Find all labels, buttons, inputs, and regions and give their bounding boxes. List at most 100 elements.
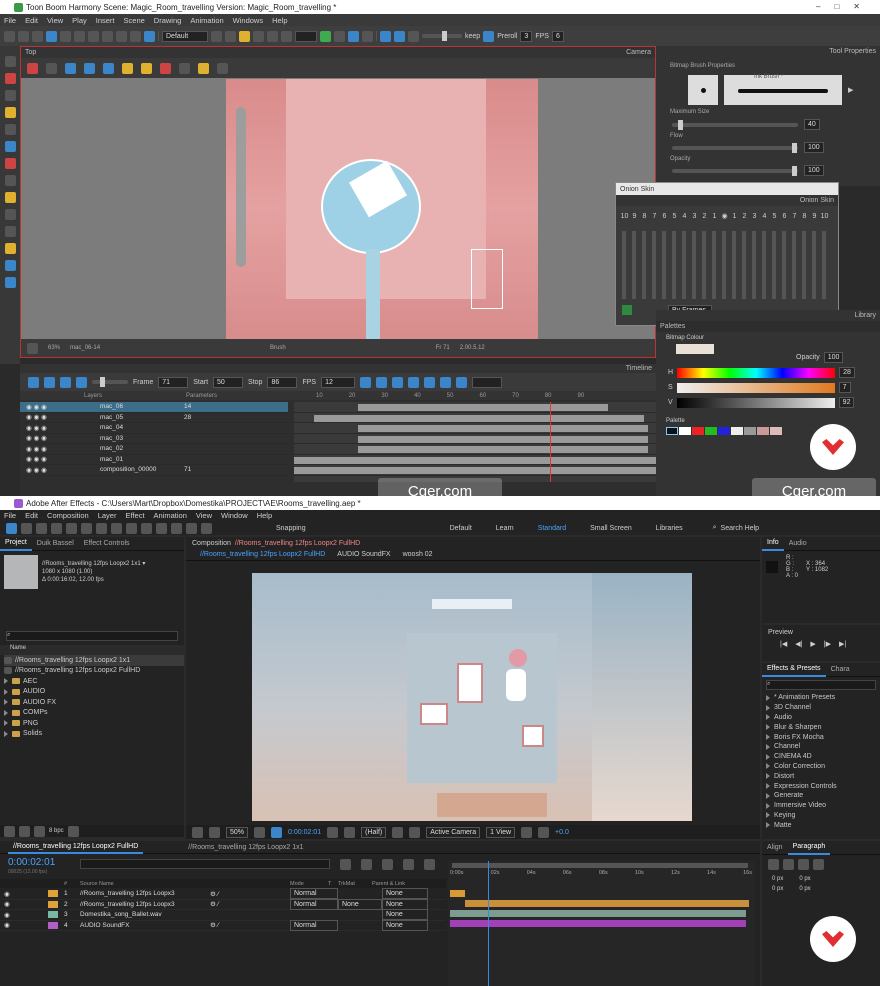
menu-windows[interactable]: Windows (233, 16, 263, 25)
transform-tool-icon[interactable] (4, 243, 16, 254)
import-icon[interactable] (46, 30, 57, 42)
first-frame-icon[interactable] (28, 376, 39, 388)
pen-tool-icon[interactable] (111, 522, 122, 534)
value-slider[interactable] (676, 397, 835, 408)
render-icon[interactable] (144, 30, 155, 42)
ae-menu-help[interactable]: Help (257, 511, 272, 520)
ae-menu-edit[interactable]: Edit (25, 511, 38, 520)
menu-edit[interactable]: Edit (25, 16, 38, 25)
tab-audio[interactable]: Audio (784, 537, 812, 551)
rectangle-tool-icon[interactable] (4, 141, 16, 152)
play-timeline-icon[interactable] (44, 376, 55, 388)
layer-bar-3[interactable] (450, 910, 746, 917)
saturation-field[interactable]: 7 (838, 382, 851, 393)
tab-library[interactable]: Library (855, 312, 876, 319)
new-icon[interactable] (4, 30, 15, 42)
layers-view-icon[interactable] (103, 62, 114, 74)
bulb-icon[interactable] (198, 62, 209, 74)
tab-composition[interactable]: //Rooms_travelling 12fps Loopx2 FullHD (235, 540, 360, 547)
effect-category[interactable]: CINEMA 4D (766, 752, 880, 762)
play-icon[interactable]: ▶ (810, 640, 815, 648)
text-tool-icon[interactable] (4, 124, 16, 135)
sound-timeline-icon[interactable] (76, 376, 87, 388)
contour-tool-icon[interactable] (4, 209, 16, 220)
layer-bar-2[interactable] (465, 900, 749, 907)
timeline-search-input[interactable] (80, 859, 330, 869)
layer-bar-1[interactable] (450, 890, 465, 897)
layer-row[interactable]: ◉ ◉ ◉ mac_03 (20, 434, 288, 444)
ae-playhead[interactable] (488, 861, 489, 986)
tab-composition-label[interactable]: Composition (192, 540, 231, 547)
puppet-tool-icon[interactable] (201, 522, 212, 534)
tab-timeline[interactable]: Timeline (626, 365, 652, 372)
layer-mode[interactable]: Normal (290, 888, 338, 900)
flowchart-icon[interactable] (538, 826, 550, 838)
current-colour-swatch[interactable] (676, 344, 714, 354)
loop-timeline-icon[interactable] (60, 376, 71, 388)
onion-color-swatch[interactable] (622, 305, 632, 315)
layer-parent[interactable]: None (382, 898, 428, 910)
keyframe-icon[interactable] (360, 376, 372, 388)
open-icon[interactable] (18, 30, 29, 42)
brush-tool-icon[interactable] (4, 73, 16, 84)
comp-breadcrumb-woosh[interactable]: woosh 02 (403, 551, 433, 558)
play-icon[interactable] (394, 30, 405, 42)
project-item[interactable]: AUDIO FX (4, 697, 184, 708)
tab-camera[interactable]: Camera (626, 49, 651, 56)
layer-parent[interactable]: None (382, 919, 428, 931)
space-after-field[interactable]: 0 px (799, 886, 810, 892)
tab-tool-properties[interactable]: Tool Properties (829, 48, 876, 55)
effects-search-input[interactable]: ⌕ (766, 680, 876, 690)
easy-flip-icon[interactable] (320, 30, 331, 42)
opacity-field[interactable]: 100 (804, 165, 824, 176)
search-help-field[interactable]: Search Help (721, 525, 760, 532)
paint-tool-icon[interactable] (4, 158, 16, 169)
menu-play[interactable]: Play (72, 16, 87, 25)
indent-left-field[interactable]: 0 px (772, 876, 783, 882)
swatch[interactable] (757, 427, 769, 435)
cutter-tool-icon[interactable] (4, 260, 16, 271)
ae-menu-window[interactable]: Window (221, 511, 248, 520)
zoom-tool-icon[interactable] (4, 277, 16, 288)
tab-align[interactable]: Align (762, 841, 788, 855)
start-field[interactable]: 50 (213, 376, 244, 388)
effect-category[interactable]: Matte (766, 820, 880, 830)
layer-mode[interactable]: Normal (290, 898, 338, 910)
layer-parent[interactable]: None (382, 888, 428, 900)
project-item[interactable]: COMPs (4, 708, 184, 719)
save-icon[interactable] (32, 30, 43, 42)
project-item[interactable]: //Rooms_travelling 12fps Loopx2 1x1 (4, 655, 184, 666)
layer-row[interactable]: ◉ ◉ ◉ mac_01 (20, 455, 288, 465)
selection-tool-icon[interactable] (6, 522, 17, 534)
effect-category[interactable]: Blur & Sharpen (766, 722, 880, 732)
fast-preview-icon[interactable] (521, 826, 533, 838)
swatch[interactable] (770, 427, 782, 435)
comp-current-time[interactable]: 0:00:02:01 (288, 829, 321, 836)
grid-view-icon[interactable] (84, 62, 95, 74)
project-item[interactable]: Solids (4, 729, 184, 740)
menu-scene[interactable]: Scene (124, 16, 145, 25)
hue-slider[interactable] (677, 367, 836, 378)
layer-mode[interactable]: Normal (290, 919, 338, 931)
align-right-icon[interactable] (798, 859, 809, 870)
dropper-tool-icon[interactable] (4, 192, 16, 203)
extend-icon[interactable] (424, 376, 436, 388)
project-item[interactable]: PNG (4, 718, 184, 729)
effect-category[interactable]: Color Correction (766, 762, 880, 772)
snapping-toggle[interactable]: Snapping (276, 525, 306, 532)
work-area-bar[interactable] (452, 863, 748, 868)
comp-flowchart-icon[interactable] (340, 859, 351, 870)
grid-icon[interactable] (211, 30, 222, 42)
menu-view[interactable]: View (47, 16, 63, 25)
bounding-box-icon[interactable] (65, 62, 76, 74)
workspace-default[interactable]: Default (450, 525, 472, 532)
project-item[interactable]: //Rooms_travelling 12fps Loopx2 FullHD (4, 666, 184, 677)
trash-icon[interactable] (67, 825, 79, 837)
tab-info[interactable]: Info (762, 537, 784, 551)
ae-timeline-tracks[interactable]: 0:00s 02s 04s 06s 08s 10s 12s 14s 16s (448, 861, 754, 986)
timeline-fps-field[interactable]: 12 (321, 376, 356, 388)
workspace-libraries[interactable]: Libraries (656, 525, 683, 532)
harmony-exposure-tracks[interactable] (294, 402, 656, 482)
layer-parent[interactable]: None (382, 909, 428, 921)
stroke-icon[interactable] (160, 62, 171, 74)
